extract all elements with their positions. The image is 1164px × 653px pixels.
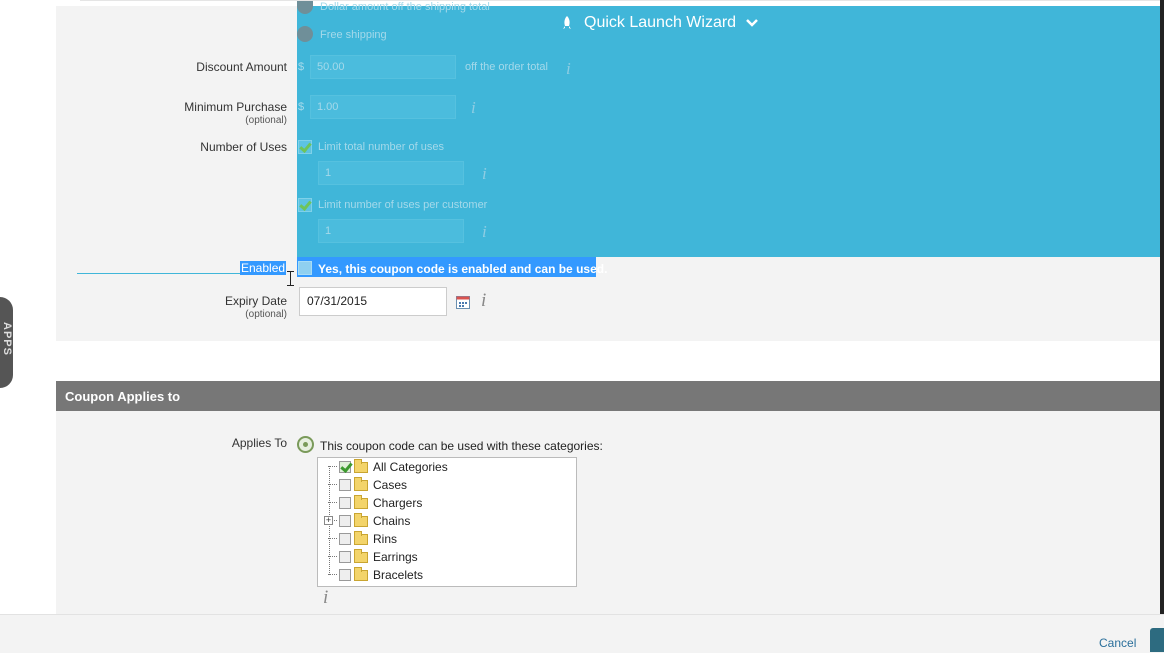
expiry-date-label: Expiry Date	[224, 294, 287, 308]
coupon-applies-title: Coupon Applies to	[65, 389, 181, 404]
limit-total-info-icon[interactable]: i	[482, 164, 487, 184]
expiry-date-optional: (optional)	[245, 309, 287, 320]
category-item[interactable]: Earrings	[317, 548, 575, 566]
categories-info-icon[interactable]: i	[323, 587, 328, 609]
apps-side-tab[interactable]: APPS	[0, 297, 13, 388]
folder-icon	[354, 530, 368, 545]
category-item[interactable]: + Chains	[317, 512, 575, 530]
option-free-shipping-label: Free shipping	[320, 29, 387, 41]
category-label: Rins	[373, 532, 398, 546]
category-checkbox[interactable]	[339, 515, 351, 527]
footer-bar	[0, 614, 1164, 653]
folder-icon	[354, 566, 368, 581]
tree-branch-line	[328, 538, 337, 539]
discount-amount-input[interactable]: 50.00	[310, 55, 456, 79]
text-cursor-serif-bottom	[287, 285, 294, 286]
text-cursor-serif-top	[287, 271, 294, 272]
discount-currency: $	[298, 61, 305, 73]
limit-customer-checkbox[interactable]	[298, 198, 312, 212]
limit-customer-info-icon[interactable]: i	[482, 222, 487, 242]
minimum-purchase-input[interactable]: 1.00	[310, 95, 456, 119]
discount-suffix: off the order total	[465, 61, 548, 73]
discount-amount-label: Discount Amount	[196, 60, 287, 74]
radio-free-shipping[interactable]	[297, 26, 313, 42]
category-checkbox[interactable]	[339, 479, 351, 491]
window-right-edge	[1160, 0, 1164, 614]
limit-total-label: Limit total number of uses	[318, 141, 444, 153]
expand-plus-icon[interactable]: +	[324, 516, 333, 525]
cancel-link[interactable]: Cancel	[1099, 636, 1136, 650]
tree-branch-line	[328, 556, 337, 557]
limit-total-input[interactable]: 1	[318, 161, 464, 185]
expiry-info-icon[interactable]: i	[481, 290, 486, 312]
tree-branch-line	[328, 484, 337, 485]
category-label: Cases	[373, 478, 408, 492]
category-checkbox[interactable]	[339, 533, 351, 545]
tree-branch-line	[328, 466, 337, 467]
enabled-underline	[77, 273, 241, 274]
top-divider	[80, 0, 1160, 1]
limit-customer-label: Limit number of uses per customer	[318, 199, 488, 211]
option-dollar-off-shipping-label: Dollar amount off the shipping total	[320, 1, 490, 13]
quick-launch-wizard-button[interactable]: Quick Launch Wizard	[560, 10, 780, 36]
limit-customer-input[interactable]: 1	[318, 219, 464, 243]
category-label: Chargers	[373, 496, 423, 510]
save-button-edge[interactable]	[1150, 628, 1164, 652]
applies-to-label: Applies To	[231, 436, 287, 450]
text-cursor-icon	[290, 271, 291, 285]
limit-total-checkbox[interactable]	[298, 140, 312, 154]
enabled-label: Enabled	[240, 261, 287, 275]
applies-option-text: This coupon code can be used with these …	[320, 439, 603, 453]
chevron-down-icon	[746, 19, 758, 27]
category-label: Chains	[373, 514, 411, 528]
category-label: All Categories	[373, 460, 448, 474]
folder-icon	[354, 476, 368, 491]
apps-side-tab-label: APPS	[0, 322, 13, 356]
category-item[interactable]: Cases	[317, 476, 575, 494]
category-item[interactable]: Chargers	[317, 494, 575, 512]
category-item[interactable]: Rins	[317, 530, 575, 548]
number-of-uses-label: Number of Uses	[200, 140, 287, 154]
category-checkbox[interactable]	[339, 460, 353, 473]
enabled-description: Yes, this coupon code is enabled and can…	[318, 262, 608, 276]
expiry-date-input[interactable]: 07/31/2015	[299, 287, 447, 316]
applies-categories-radio[interactable]	[297, 436, 314, 453]
folder-icon	[354, 548, 368, 563]
checkmark-icon	[340, 460, 353, 473]
category-item[interactable]: Bracelets	[317, 566, 575, 584]
folder-icon	[354, 458, 368, 473]
wizard-label: Quick Launch Wizard	[584, 14, 737, 31]
folder-icon	[354, 494, 368, 509]
category-checkbox[interactable]	[339, 551, 351, 563]
category-label: Bracelets	[373, 568, 424, 582]
category-checkbox[interactable]	[339, 497, 351, 509]
category-item[interactable]: All Categories	[317, 458, 575, 476]
coupon-applies-header: Coupon Applies to	[56, 381, 1160, 411]
enabled-checkbox[interactable]	[298, 261, 312, 275]
category-label: Earrings	[373, 550, 418, 564]
min-purchase-info-icon[interactable]: i	[471, 98, 476, 118]
radio-selected-dot	[303, 442, 308, 447]
category-checkbox[interactable]	[339, 569, 351, 581]
discount-info-icon[interactable]: i	[566, 59, 571, 79]
tree-branch-line	[328, 502, 337, 503]
tree-branch-line	[328, 574, 337, 575]
calendar-icon[interactable]	[456, 295, 470, 309]
folder-icon	[354, 512, 368, 527]
min-purchase-currency: $	[298, 101, 305, 113]
minimum-purchase-label: Minimum Purchase	[184, 100, 287, 114]
rocket-icon	[563, 16, 571, 29]
minimum-purchase-optional: (optional)	[245, 115, 287, 126]
